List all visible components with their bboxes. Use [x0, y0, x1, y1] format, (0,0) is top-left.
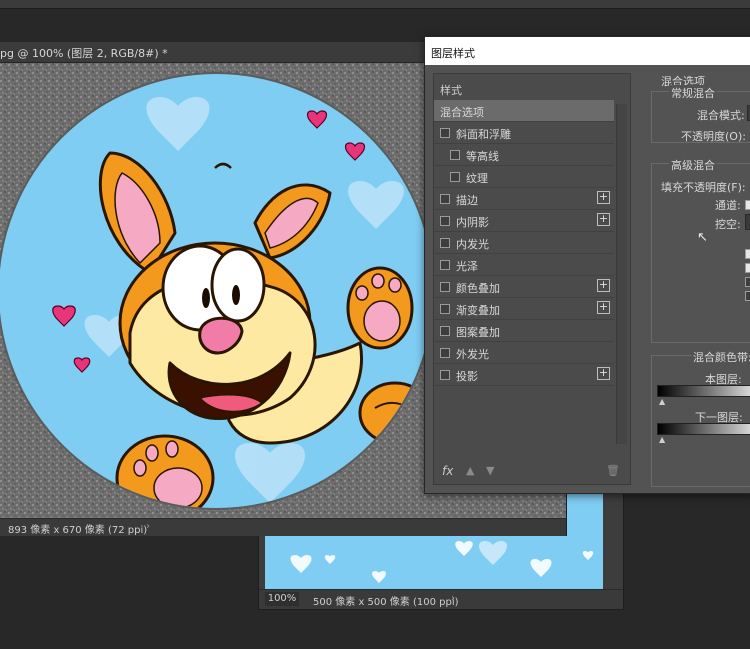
- checkbox[interactable]: [450, 172, 460, 182]
- mouse-cursor-icon: ↖: [697, 230, 708, 245]
- general-blending-title: 常规混合: [669, 85, 717, 101]
- checkbox[interactable]: [440, 216, 450, 226]
- style-item-label: 光泽: [456, 260, 478, 273]
- knockout-label: 挖空:: [715, 218, 741, 231]
- document-dimensions: 500 像素 x 500 像素 (100 ppi): [313, 597, 459, 608]
- advanced-checkbox[interactable]: [745, 277, 750, 287]
- style-item-pattern-overlay[interactable]: 图案叠加: [434, 320, 614, 342]
- status-menu-arrow-icon[interactable]: ›: [146, 521, 150, 532]
- opacity-label: 不透明度(O):: [681, 130, 746, 143]
- style-item-label: 投影: [456, 370, 478, 383]
- blending-options-pane: 混合选项 常规混合 混合模式: 不透明度(O): 高级混合 填充不透明度(F):…: [635, 73, 750, 487]
- style-item-label: 等高线: [466, 150, 499, 163]
- advanced-blending-title: 高级混合: [669, 157, 717, 173]
- underlying-layer-slider[interactable]: [657, 423, 750, 435]
- style-list-panel: 样式 混合选项 斜面和浮雕 等高线 纹理 描边 + 内阴影 + 内发光 光泽 颜…: [433, 73, 631, 485]
- zoom-level-field[interactable]: 100%: [265, 592, 299, 606]
- checkbox[interactable]: [440, 238, 450, 248]
- style-item-drop-shadow[interactable]: 投影 +: [434, 364, 614, 386]
- document-tab-title: pg @ 100% (图层 2, RGB/8#) *: [0, 47, 168, 60]
- add-effect-plus-icon[interactable]: +: [597, 301, 610, 314]
- advanced-checkbox[interactable]: [745, 249, 750, 259]
- slider-handle-icon[interactable]: ▲: [659, 435, 665, 444]
- style-item-label: 描边: [456, 194, 478, 207]
- dialog-title: 图层样式: [431, 47, 475, 60]
- fx-icon[interactable]: fx: [442, 464, 453, 478]
- style-item-texture[interactable]: 纹理: [434, 166, 614, 188]
- checkbox[interactable]: [450, 150, 460, 160]
- add-effect-plus-icon[interactable]: +: [597, 279, 610, 292]
- checkbox[interactable]: [440, 348, 450, 358]
- add-effect-plus-icon[interactable]: +: [597, 367, 610, 380]
- checkbox[interactable]: [440, 370, 450, 380]
- checkbox[interactable]: [440, 128, 450, 138]
- this-layer-slider[interactable]: [657, 385, 750, 397]
- style-item-label: 斜面和浮雕: [456, 128, 511, 141]
- channel-checkbox[interactable]: [745, 200, 750, 210]
- app-top-strip: [0, 0, 750, 9]
- add-effect-plus-icon[interactable]: +: [597, 191, 610, 204]
- add-effect-plus-icon[interactable]: +: [597, 213, 610, 226]
- checkbox[interactable]: [440, 260, 450, 270]
- style-item-label: 内发光: [456, 238, 489, 251]
- main-status-bar: 893 像素 x 670 像素 (72 ppi) ›: [0, 518, 566, 536]
- advanced-checkbox[interactable]: [745, 291, 750, 301]
- style-item-satin[interactable]: 光泽: [434, 254, 614, 276]
- document-dimensions: 893 像素 x 670 像素 (72 ppi): [8, 525, 148, 536]
- style-item-blending-options[interactable]: 混合选项: [434, 100, 614, 122]
- checkbox[interactable]: [440, 326, 450, 336]
- style-item-outer-glow[interactable]: 外发光: [434, 342, 614, 364]
- channels-label: 通道:: [715, 199, 741, 212]
- style-item-label: 混合选项: [440, 106, 484, 119]
- knockout-select[interactable]: [745, 214, 750, 230]
- style-item-inner-shadow[interactable]: 内阴影 +: [434, 210, 614, 232]
- style-list-header[interactable]: 样式: [440, 82, 462, 98]
- style-item-gradient-overlay[interactable]: 渐变叠加 +: [434, 298, 614, 320]
- dialog-titlebar[interactable]: 图层样式: [425, 37, 750, 65]
- blend-if-label: 混合颜色带:: [691, 349, 750, 365]
- style-item-contour[interactable]: 等高线: [434, 144, 614, 166]
- checkbox[interactable]: [440, 304, 450, 314]
- blend-mode-label: 混合模式:: [697, 109, 745, 122]
- checkbox[interactable]: [440, 282, 450, 292]
- trash-icon[interactable]: 🗑: [606, 464, 620, 477]
- move-down-icon[interactable]: ▼: [486, 464, 494, 477]
- status-menu-arrow-icon[interactable]: ›: [451, 593, 455, 604]
- style-item-label: 图案叠加: [456, 326, 500, 339]
- checkbox[interactable]: [440, 194, 450, 204]
- style-item-color-overlay[interactable]: 颜色叠加 +: [434, 276, 614, 298]
- style-item-bevel-emboss[interactable]: 斜面和浮雕: [434, 122, 614, 144]
- style-item-inner-glow[interactable]: 内发光: [434, 232, 614, 254]
- layer-style-dialog[interactable]: 图层样式 样式 混合选项 斜面和浮雕 等高线 纹理 描边 + 内阴影 + 内发光…: [424, 36, 750, 494]
- style-list-scrollbar[interactable]: [616, 104, 627, 444]
- advanced-checkbox[interactable]: [745, 263, 750, 273]
- style-item-label: 内阴影: [456, 216, 489, 229]
- fill-opacity-label: 填充不透明度(F):: [661, 181, 746, 194]
- style-item-label: 渐变叠加: [456, 304, 500, 317]
- style-item-label: 纹理: [466, 172, 488, 185]
- style-item-stroke[interactable]: 描边 +: [434, 188, 614, 210]
- move-up-icon[interactable]: ▲: [466, 464, 474, 477]
- slider-handle-icon[interactable]: ▲: [659, 397, 665, 406]
- style-item-label: 颜色叠加: [456, 282, 500, 295]
- style-item-label: 外发光: [456, 348, 489, 361]
- secondary-status-bar: 100% 500 像素 x 500 像素 (100 ppi) ›: [259, 589, 623, 609]
